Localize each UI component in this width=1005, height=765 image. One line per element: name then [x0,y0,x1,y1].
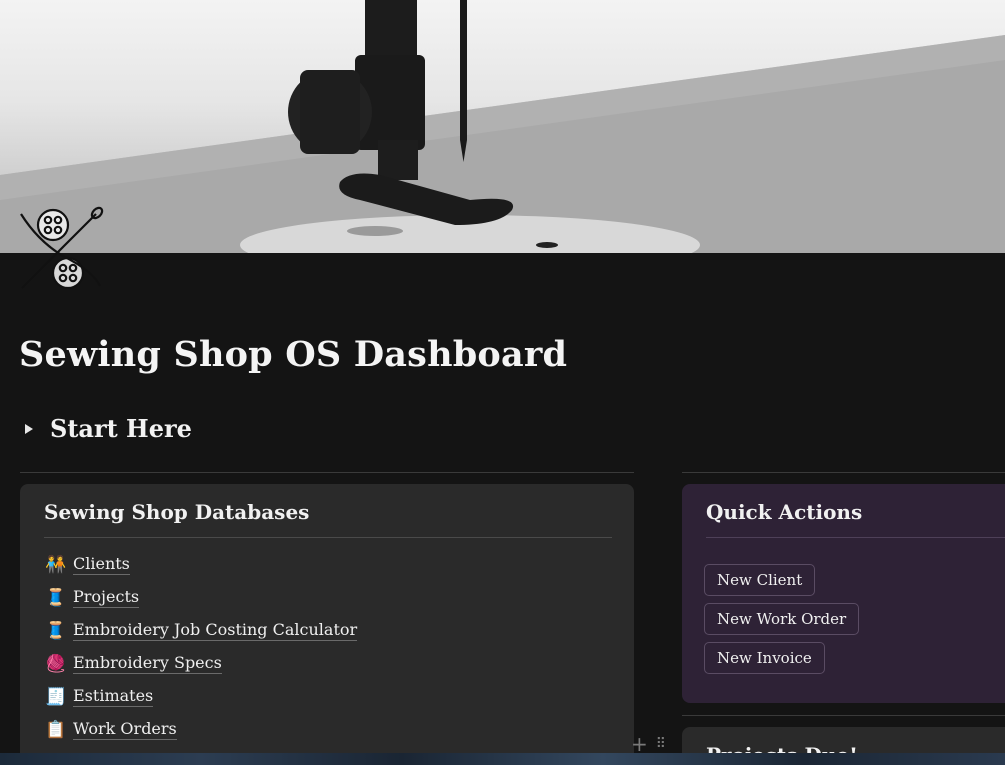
database-link-estimates[interactable]: 🧾 Estimates [45,680,357,713]
database-link-embroidery-specs[interactable]: 🧶 Embroidery Specs [45,647,357,680]
quick-actions-divider [706,537,1005,538]
yarn-ball-icon: 🧶 [45,653,67,674]
divider-right [682,472,1005,473]
clipboard-icon: 📋 [45,719,67,740]
start-here-toggle[interactable]: Start Here [25,414,192,443]
page-title: Sewing Shop OS Dashboard [19,334,568,375]
new-client-button[interactable]: New Client [704,564,816,596]
database-link-label[interactable]: Work Orders [73,719,177,740]
database-link-label[interactable]: Estimates [73,686,154,707]
database-link-label[interactable]: Embroidery Job Costing Calculator [73,620,358,641]
cover-image [0,0,1005,253]
database-link-embroidery-job-costing-calculator[interactable]: 🧵 Embroidery Job Costing Calculator [45,614,358,647]
database-link-projects[interactable]: 🧵 Projects [45,581,357,614]
databases-list: 🧑‍🤝‍🧑 Clients 🧵 Projects 🧵 Embroidery Jo… [45,548,358,746]
divider-right-lower [682,715,1005,716]
people-holding-hands-icon: 🧑‍🤝‍🧑 [45,554,67,575]
divider-left [20,472,634,473]
database-link-clients[interactable]: 🧑‍🤝‍🧑 Clients [45,548,357,581]
database-link-label[interactable]: Projects [73,587,140,608]
needle-and-buttons-icon[interactable] [18,206,104,292]
databases-heading: Sewing Shop Databases [44,500,310,524]
database-link-work-orders[interactable]: 📋 Work Orders [45,713,357,746]
toggle-triangle-icon[interactable] [25,423,33,434]
database-link-label[interactable]: Embroidery Specs [73,653,222,674]
toggle-label: Start Here [50,414,192,443]
bottom-image-strip [0,753,1005,765]
quick-actions-callout: Quick Actions New Client New Work Order … [682,484,1005,703]
new-work-order-button[interactable]: New Work Order [704,603,860,635]
quick-actions-heading: Quick Actions [706,500,863,524]
thread-spool-icon: 🧵 [45,620,67,641]
drag-handle-icon[interactable]: ⠿ [656,736,666,752]
receipt-icon: 🧾 [45,686,67,707]
databases-callout: Sewing Shop Databases 🧑‍🤝‍🧑 Clients 🧵 Pr… [20,484,634,765]
new-invoice-button[interactable]: New Invoice [704,642,825,674]
databases-divider [44,537,612,538]
database-link-label[interactable]: Clients [73,554,130,575]
thread-spool-icon: 🧵 [45,587,67,608]
